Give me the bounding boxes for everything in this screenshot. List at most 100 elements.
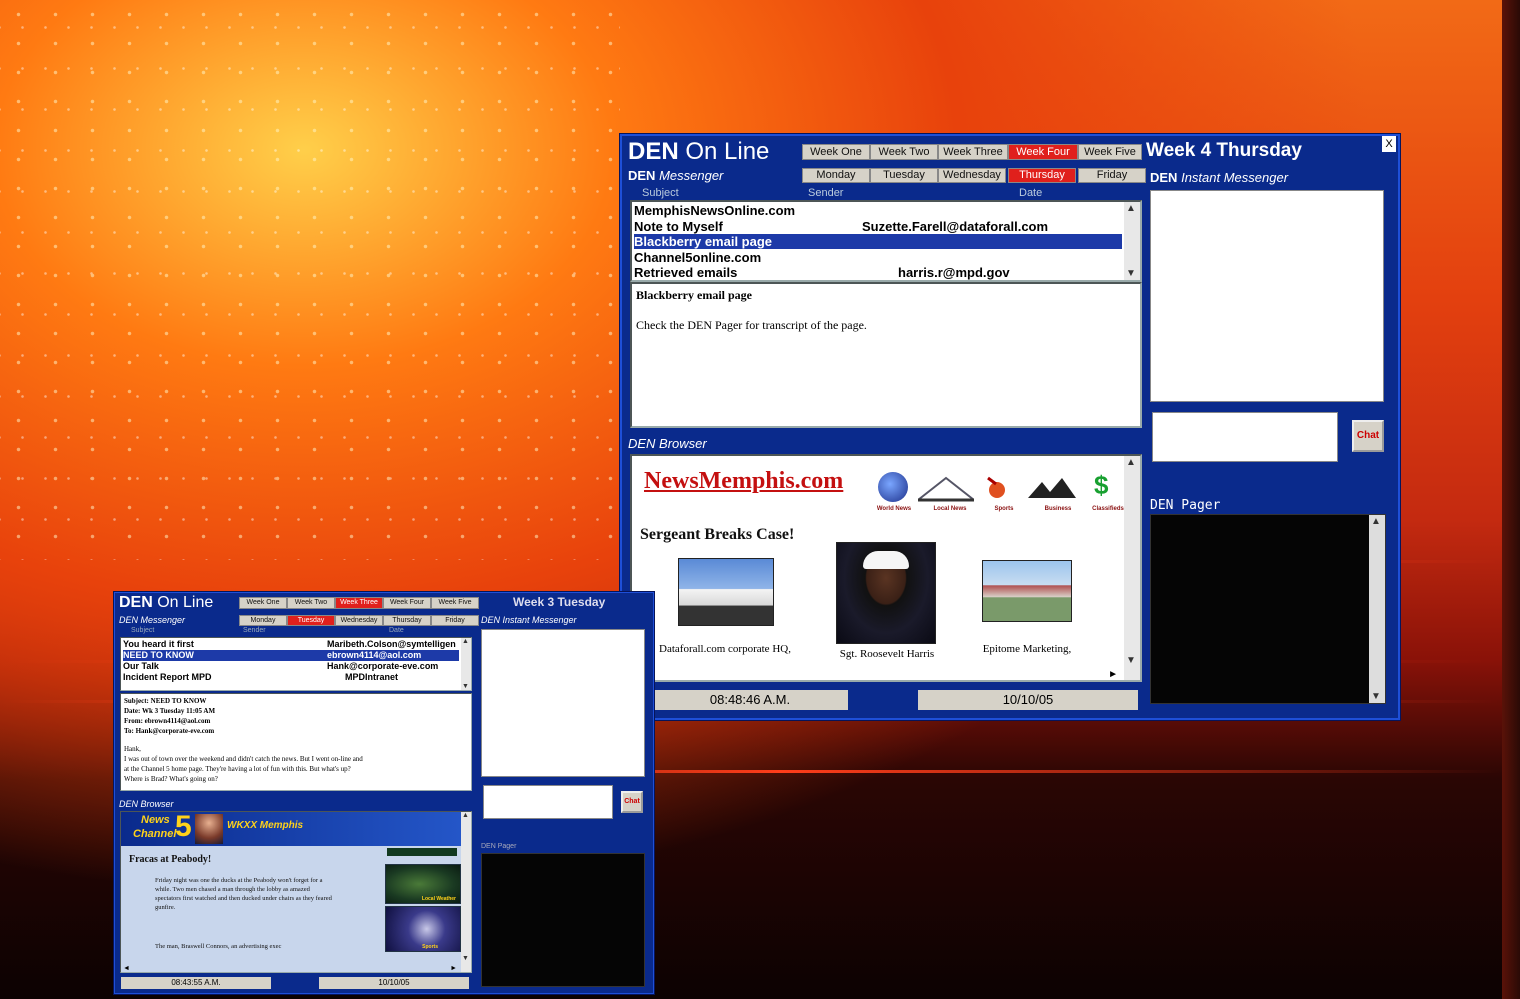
scroll-left-icon[interactable]: ◄ (123, 965, 130, 972)
message-sender: Hank@corporate-eve.com (327, 661, 439, 671)
day-tab-monday[interactable]: Monday (239, 615, 287, 626)
message-row[interactable]: Retrieved emails harris.r@mpd.gov (634, 265, 1122, 280)
browser-title: DEN Browser (628, 436, 707, 451)
day-tab-friday[interactable]: Friday (431, 615, 479, 626)
scroll-down-icon[interactable]: ▼ (462, 955, 469, 962)
scroll-up-icon[interactable]: ▲ (462, 812, 469, 819)
caption-marketing: Epitome Marketing, employer of accused (982, 643, 1072, 655)
scroll-up-icon[interactable]: ▲ (1371, 516, 1381, 527)
close-button[interactable]: X (1382, 136, 1396, 152)
messenger-title: DEN Messenger (628, 168, 723, 183)
im-conversation (481, 629, 645, 777)
message-sender: harris.r@mpd.gov (898, 265, 1010, 280)
week-tab-2[interactable]: Week Two (287, 597, 335, 609)
week-tab-2[interactable]: Week Two (870, 144, 938, 160)
news-anchors-photo (195, 814, 223, 844)
article-headline: Sergeant Breaks Case! (640, 526, 795, 543)
pager-scrollbar[interactable]: ▲ ▼ (1369, 515, 1385, 703)
article-headline: Fracas at Peabody! (129, 854, 212, 865)
business-icon[interactable] (1024, 474, 1080, 502)
message-subject: Incident Report MPD (123, 672, 212, 682)
message-list: You heard it first Maribeth.Colson@symtel… (120, 637, 472, 691)
message-row[interactable]: NEED TO KNOW ebrown4114@aol.com (123, 650, 459, 661)
browser-viewport: News Channel 5 WKXX Memphis Fracas at Pe… (120, 811, 472, 973)
week-tab-3[interactable]: Week Three (938, 144, 1008, 160)
week-tab-1[interactable]: Week One (802, 144, 870, 160)
column-subject[interactable]: Subject (642, 187, 679, 199)
week-tab-4[interactable]: Week Four (383, 597, 431, 609)
clock-display: 08:43:55 A.M. (121, 977, 271, 989)
column-date[interactable]: Date (1019, 187, 1042, 199)
browser-title: DEN Browser (119, 799, 174, 809)
scroll-down-icon[interactable]: ▼ (1126, 655, 1136, 666)
message-row[interactable]: MemphisNewsOnline.com (634, 203, 1122, 218)
message-subject: Note to Myself (634, 218, 723, 234)
article-para-1: Friday night was one the ducks at the Pe… (155, 877, 332, 911)
marketing-photo[interactable] (982, 560, 1072, 622)
scroll-right-icon[interactable]: ► (1108, 669, 1118, 680)
scroll-up-icon[interactable]: ▲ (1126, 203, 1136, 214)
im-input[interactable] (483, 785, 613, 819)
message-row[interactable]: Note to Myself Suzette.Farell@dataforall.… (634, 219, 1122, 234)
chat-button[interactable]: Chat (1352, 420, 1384, 452)
week-tab-5[interactable]: Week Five (431, 597, 479, 609)
message-row[interactable]: Our Talk Hank@corporate-eve.com (123, 661, 459, 672)
day-tab-friday[interactable]: Friday (1078, 168, 1146, 183)
message-sender: ebrown4114@aol.com (327, 650, 422, 660)
scroll-down-icon[interactable]: ▼ (462, 683, 469, 690)
scroll-down-icon[interactable]: ▼ (1126, 268, 1136, 279)
week-tab-5[interactable]: Week Five (1078, 144, 1142, 160)
nav-business[interactable]: Business (1032, 506, 1084, 512)
article-para-2: The man, Braswell Connors, an advertisin… (155, 943, 282, 950)
day-tab-tuesday[interactable]: Tuesday (287, 615, 335, 626)
day-tab-thursday[interactable]: Thursday (1008, 168, 1076, 183)
day-tab-wednesday[interactable]: Wednesday (335, 615, 383, 626)
column-subject[interactable]: Subject (131, 627, 154, 634)
bridge-icon[interactable] (918, 476, 974, 502)
day-tab-tuesday[interactable]: Tuesday (870, 168, 938, 183)
weather-map-thumb[interactable]: Local Weather (385, 864, 461, 904)
site-logo[interactable]: NewsMemphis.com (644, 468, 843, 495)
chat-button[interactable]: Chat (621, 791, 643, 813)
message-subject: Blackberry email page (634, 234, 773, 249)
scroll-down-icon[interactable]: ▼ (1371, 691, 1381, 702)
sports-thumb[interactable]: Sports (385, 906, 461, 952)
week-tab-4[interactable]: Week Four (1008, 144, 1078, 160)
column-sender[interactable]: Sender (243, 627, 266, 634)
email-header-line: From: ebrown4114@aol.com (124, 717, 211, 725)
week-tab-3[interactable]: Week Three (335, 597, 383, 609)
week-tab-1[interactable]: Week One (239, 597, 287, 609)
day-tab-wednesday[interactable]: Wednesday (938, 168, 1006, 183)
hq-photo[interactable] (678, 558, 774, 626)
message-row[interactable]: Channel5online.com (634, 250, 1122, 265)
pager-screen: ▲ ▼ (1150, 514, 1386, 704)
pager-screen (481, 853, 645, 987)
message-subject: NEED TO KNOW (123, 650, 194, 660)
column-date[interactable]: Date (389, 627, 404, 634)
message-list-scrollbar[interactable]: ▲ ▼ (1124, 202, 1140, 280)
im-input[interactable] (1152, 412, 1338, 462)
officer-photo[interactable] (836, 542, 936, 644)
classifieds-dollar-icon[interactable]: $ (1094, 470, 1108, 501)
scroll-up-icon[interactable]: ▲ (1126, 457, 1136, 468)
pager-title: DEN Pager (1150, 498, 1221, 513)
globe-icon[interactable] (878, 472, 908, 502)
nav-sports[interactable]: Sports (978, 506, 1030, 512)
message-list-scrollbar[interactable]: ▲ ▼ (461, 638, 471, 690)
browser-scrollbar[interactable]: ▲ ▼ (1124, 456, 1140, 680)
browser-scrollbar[interactable]: ▲ ▼ (461, 812, 471, 972)
week-day-title: Week 4 Thursday (1146, 140, 1302, 161)
den-online-small-window: DEN On Line Week One Week Two Week Three We… (114, 592, 654, 994)
day-tab-monday[interactable]: Monday (802, 168, 870, 183)
scroll-up-icon[interactable]: ▲ (462, 638, 469, 645)
scroll-right-icon[interactable]: ► (450, 965, 457, 972)
day-tab-thursday[interactable]: Thursday (383, 615, 431, 626)
message-row[interactable]: You heard it first Maribeth.Colson@symtel… (123, 639, 459, 650)
nav-local-news[interactable]: Local News (924, 506, 976, 512)
sports-icon[interactable] (982, 472, 1012, 502)
message-row[interactable]: Incident Report MPD MPDIntranet (123, 672, 459, 683)
column-sender[interactable]: Sender (808, 187, 843, 199)
nav-world-news[interactable]: World News (868, 506, 920, 512)
message-row[interactable]: Blackberry email page (634, 234, 1122, 249)
logo-channel: Channel (133, 828, 177, 840)
